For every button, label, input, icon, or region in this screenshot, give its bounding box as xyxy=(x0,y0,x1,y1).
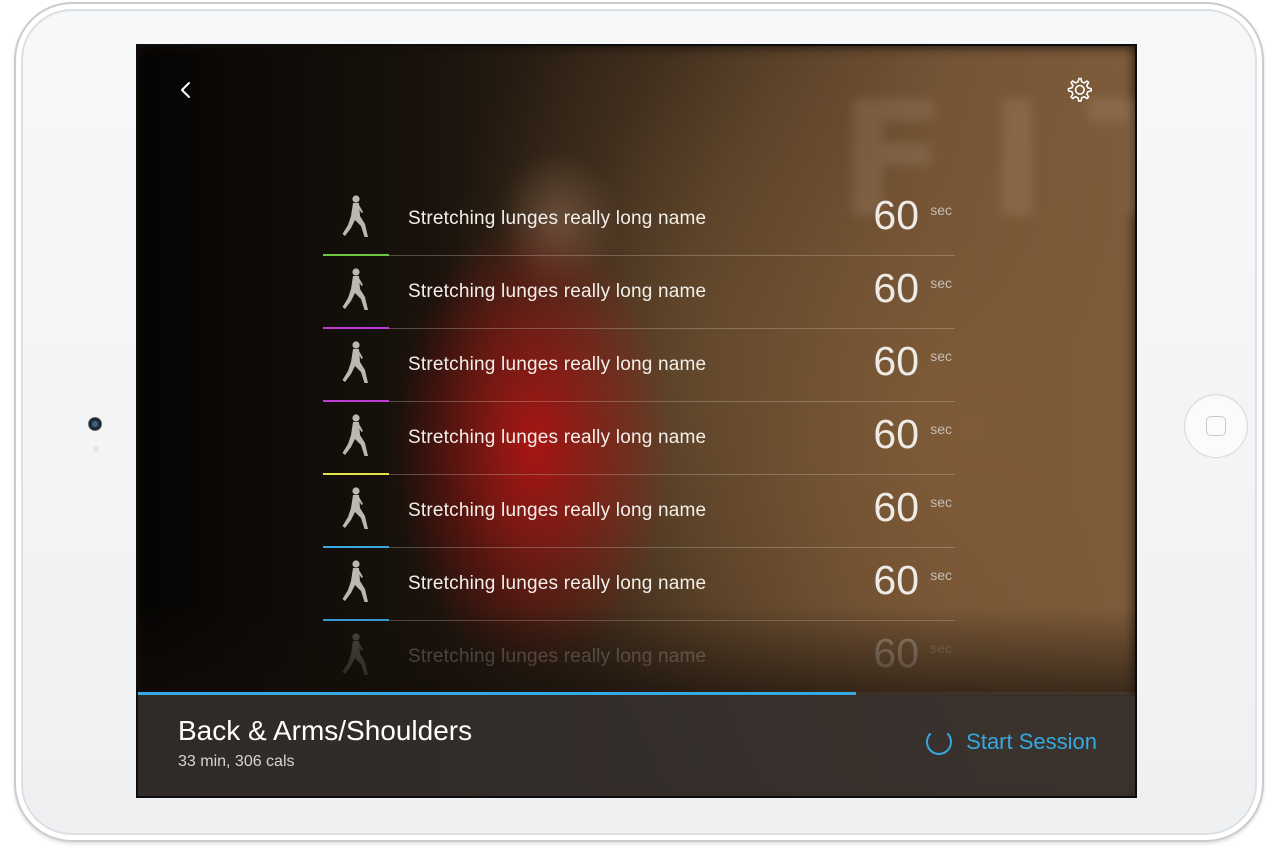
exercise-duration-unit: sec xyxy=(930,494,952,510)
exercise-row[interactable]: Stretching lunges really long name 60 sec xyxy=(323,256,955,329)
lunge-figure-icon xyxy=(341,340,371,391)
exercise-name: Stretching lunges really long name xyxy=(408,573,707,594)
gear-icon xyxy=(1067,77,1092,102)
exercise-duration-unit: sec xyxy=(930,202,952,218)
exercise-row[interactable]: Stretching lunges really long name 60 sec xyxy=(323,329,955,402)
exercise-duration-unit: sec xyxy=(930,421,952,437)
exercise-name: Stretching lunges really long name xyxy=(408,354,707,375)
exercise-duration: 60 xyxy=(873,484,919,530)
exercise-row[interactable]: Stretching lunges really long name 60 sec xyxy=(323,548,955,621)
back-button[interactable] xyxy=(166,70,206,110)
exercise-name: Stretching lunges really long name xyxy=(408,208,707,229)
exercise-name: Stretching lunges really long name xyxy=(408,500,707,521)
start-session-button[interactable]: Start Session xyxy=(926,729,1097,755)
exercise-thumbnail xyxy=(323,329,389,401)
exercise-name: Stretching lunges really long name xyxy=(408,646,707,667)
chevron-left-icon xyxy=(181,82,190,98)
exercise-row[interactable]: Stretching lunges really long name 60 sec xyxy=(323,183,955,256)
exercise-name: Stretching lunges really long name xyxy=(408,427,707,448)
exercise-duration-unit: sec xyxy=(930,567,952,583)
exercise-thumbnail xyxy=(323,548,389,620)
exercise-list[interactable]: Stretching lunges really long name 60 sec S… xyxy=(323,183,955,683)
session-title: Back & Arms/Shoulders xyxy=(178,715,473,746)
lunge-figure-icon xyxy=(341,267,371,318)
app-screen: FIT Stretching lunges really long name60… xyxy=(136,44,1137,798)
exercise-thumbnail xyxy=(323,402,389,474)
exercise-row[interactable]: Stretching lunges really long name 60 sec xyxy=(323,402,955,475)
home-button[interactable] xyxy=(1184,394,1248,458)
exercise-thumbnail xyxy=(323,475,389,547)
session-footer: Back & Arms/Shoulders 33 min, 306 cals S… xyxy=(138,695,1135,796)
exercise-duration-unit: sec xyxy=(930,640,952,656)
front-camera xyxy=(88,417,102,431)
lunge-figure-icon xyxy=(341,194,371,245)
exercise-name: Stretching lunges really long name xyxy=(408,281,707,302)
exercise-duration: 60 xyxy=(873,338,919,384)
exercise-duration: 60 xyxy=(873,192,919,238)
lunge-figure-icon xyxy=(341,486,371,537)
lunge-figure-icon xyxy=(341,413,371,464)
ambient-sensor xyxy=(93,446,99,452)
exercise-duration: 60 xyxy=(873,265,919,311)
exercise-duration: 60 xyxy=(873,557,919,603)
settings-button[interactable] xyxy=(1059,70,1099,110)
exercise-row[interactable]: Stretching lunges really long name 60 sec xyxy=(323,475,955,548)
exercise-thumbnail xyxy=(323,621,389,683)
exercise-duration: 60 xyxy=(873,630,919,676)
exercise-thumbnail xyxy=(323,183,389,255)
exercise-duration-unit: sec xyxy=(930,348,952,364)
exercise-row[interactable]: Stretching lunges really long name 60 sec xyxy=(323,621,955,683)
loading-spinner-icon xyxy=(926,729,953,755)
session-meta: 33 min, 306 cals xyxy=(178,753,295,770)
exercise-thumbnail xyxy=(323,256,389,328)
lunge-figure-icon xyxy=(341,559,371,610)
exercise-duration: 60 xyxy=(873,411,919,457)
lunge-figure-icon xyxy=(341,632,371,683)
exercise-duration-unit: sec xyxy=(930,275,952,291)
start-session-label: Start Session xyxy=(966,729,1097,754)
